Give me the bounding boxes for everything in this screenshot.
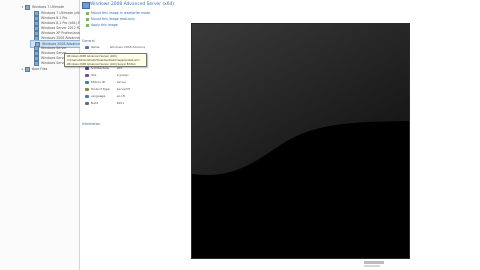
property-icon	[85, 80, 89, 85]
property-icon	[85, 101, 89, 106]
expander-icon[interactable]: ▸	[21, 66, 24, 72]
apply-image-link[interactable]: Apply this image	[86, 23, 118, 27]
property-value: 6001	[116, 101, 125, 105]
image-icon	[25, 66, 30, 72]
tree-item-tooltip: Windows 2008 Advanced Server (x64) C:\Us…	[64, 53, 147, 67]
link-label: Mount this image read-only	[91, 17, 135, 21]
preview-caption-sub	[364, 265, 380, 267]
tree-item-label: Boot Files	[32, 67, 48, 71]
property-icon	[85, 87, 89, 92]
link-label: Apply this image	[91, 23, 118, 27]
property-row: HAL acpiapic	[85, 73, 145, 78]
mount-icon	[86, 11, 89, 15]
expander-icon[interactable]: ▾	[21, 4, 24, 10]
property-row: Product Type ServerNT	[85, 87, 145, 92]
link-label: Mount this image in read/write mode	[91, 11, 151, 15]
preview-wallpaper	[192, 24, 409, 258]
property-value: Server	[116, 80, 127, 84]
property-name: Build	[90, 101, 99, 105]
property-name: Language	[90, 94, 106, 98]
property-name: Name	[90, 45, 100, 49]
image-icon	[25, 4, 30, 10]
property-value: Windows 2008 Advanced Server	[109, 45, 145, 49]
property-value: ServerNT	[116, 87, 131, 91]
image-icon	[82, 2, 90, 9]
property-icon	[85, 66, 89, 71]
mount-readwrite-link[interactable]: Mount this image in read/write mode	[86, 11, 150, 15]
property-name: Product Type	[90, 87, 110, 91]
apply-icon	[86, 23, 89, 27]
image-icon	[34, 60, 39, 66]
property-value: en-US	[116, 94, 126, 98]
image-tree-pane: ▾ Windows 7 Ultimate Windows 7 Ultimate (x…	[0, 0, 105, 270]
property-row: Name Windows 2008 Advanced Server	[85, 45, 145, 50]
property-value: acpiapic	[116, 73, 129, 77]
property-name: HAL	[90, 73, 97, 77]
property-name: Edition ID	[90, 80, 106, 84]
general-section-header: General	[82, 39, 95, 43]
property-icon	[85, 73, 89, 78]
image-preview	[191, 23, 410, 259]
property-row: Language en-US	[85, 94, 145, 99]
mount-readonly-link[interactable]: Mount this image read-only	[86, 17, 135, 21]
tooltip-line: Windows 2008 Advanced Server (x64) Serve…	[67, 63, 136, 66]
property-icon	[85, 94, 89, 99]
property-icon	[85, 45, 89, 50]
mount-icon	[86, 17, 89, 21]
property-row: Build 6001	[85, 101, 145, 106]
property-row: Edition ID Server	[85, 80, 145, 85]
preview-caption	[364, 261, 384, 264]
properties-title: Windows 2008 Advanced Server (x64)	[90, 2, 175, 7]
tree-item[interactable]: ▸ Boot Files	[21, 66, 47, 72]
properties-pane	[80, 0, 182, 270]
information-section-header: Information	[82, 122, 101, 126]
